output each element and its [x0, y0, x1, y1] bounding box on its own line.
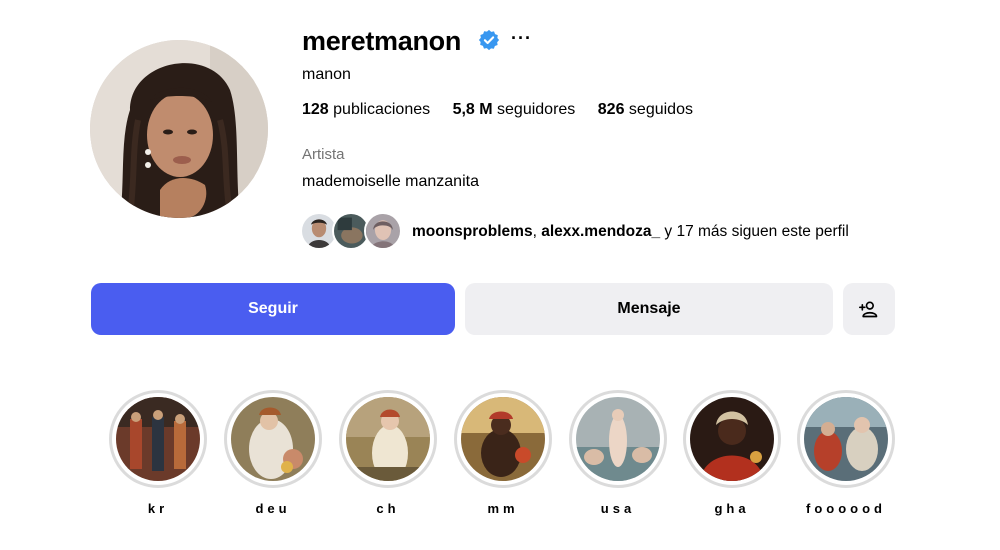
followed-by-user[interactable]: alexx.mendoza_ [541, 223, 660, 240]
story-highlight[interactable]: ch [338, 390, 438, 516]
story-highlight[interactable]: mm [453, 390, 553, 516]
highlight-label: usa [600, 501, 636, 516]
profile-page: meretmanon ··· manon 128 publicaciones 5… [0, 0, 1000, 550]
story-highlight[interactable]: deu [223, 390, 323, 516]
highlight-ring [224, 390, 322, 488]
profile-stats: 128 publicaciones 5,8 M seguidores 826 s… [302, 101, 711, 119]
story-highlight[interactable]: gha [682, 390, 782, 516]
more-options-icon[interactable]: ··· [511, 28, 532, 48]
highlight-cover [116, 397, 200, 481]
verified-badge-icon [478, 29, 500, 51]
posts-count: 128 [302, 101, 329, 118]
avatar-image [90, 40, 268, 218]
following-stat[interactable]: 826 seguidos [598, 101, 693, 118]
posts-label: publicaciones [333, 101, 431, 118]
followed-by-user[interactable]: moonsproblems [412, 223, 533, 240]
highlight-label: deu [255, 501, 291, 516]
followed-by-suffix: y 17 más siguen este perfil [664, 223, 849, 240]
followed-by-text: moonsproblems, alexx.mendoza_ y 17 más s… [412, 223, 849, 241]
highlight-label: gha [714, 501, 750, 516]
highlight-ring [109, 390, 207, 488]
posts-stat: 128 publicaciones [302, 101, 430, 118]
highlight-ring [569, 390, 667, 488]
highlight-cover [461, 397, 545, 481]
suggest-users-button[interactable] [843, 283, 895, 335]
followed-by-separator: , [532, 223, 537, 240]
following-label: seguidos [628, 101, 693, 118]
profile-bio: mademoiselle manzanita [302, 173, 479, 190]
highlight-ring [683, 390, 781, 488]
profile-username: meretmanon [302, 26, 462, 56]
highlight-ring [797, 390, 895, 488]
story-highlight[interactable]: kr [108, 390, 208, 516]
highlight-cover [804, 397, 888, 481]
highlight-cover [231, 397, 315, 481]
profile-avatar[interactable] [90, 40, 268, 218]
story-highlight[interactable]: usa [568, 390, 668, 516]
profile-full-name: manon [302, 66, 351, 83]
followers-count: 5,8 M [452, 101, 493, 118]
follow-button[interactable]: Seguir [91, 283, 455, 335]
followers-label: seguidores [497, 101, 576, 118]
highlight-ring [454, 390, 552, 488]
highlight-label: kr [147, 501, 169, 516]
story-highlight[interactable]: foooood [796, 390, 896, 516]
highlight-ring [339, 390, 437, 488]
profile-category: Artista [302, 146, 345, 163]
highlight-cover [576, 397, 660, 481]
follower-avatar [364, 212, 402, 250]
following-count: 826 [597, 101, 625, 118]
highlight-label: mm [487, 501, 519, 516]
message-button[interactable]: Mensaje [465, 283, 833, 335]
highlight-label: ch [376, 501, 400, 516]
highlight-cover [690, 397, 774, 481]
followers-stat[interactable]: 5,8 M seguidores [453, 101, 576, 118]
add-person-icon [859, 301, 878, 318]
highlight-label: foooood [806, 501, 886, 516]
highlight-cover [346, 397, 430, 481]
